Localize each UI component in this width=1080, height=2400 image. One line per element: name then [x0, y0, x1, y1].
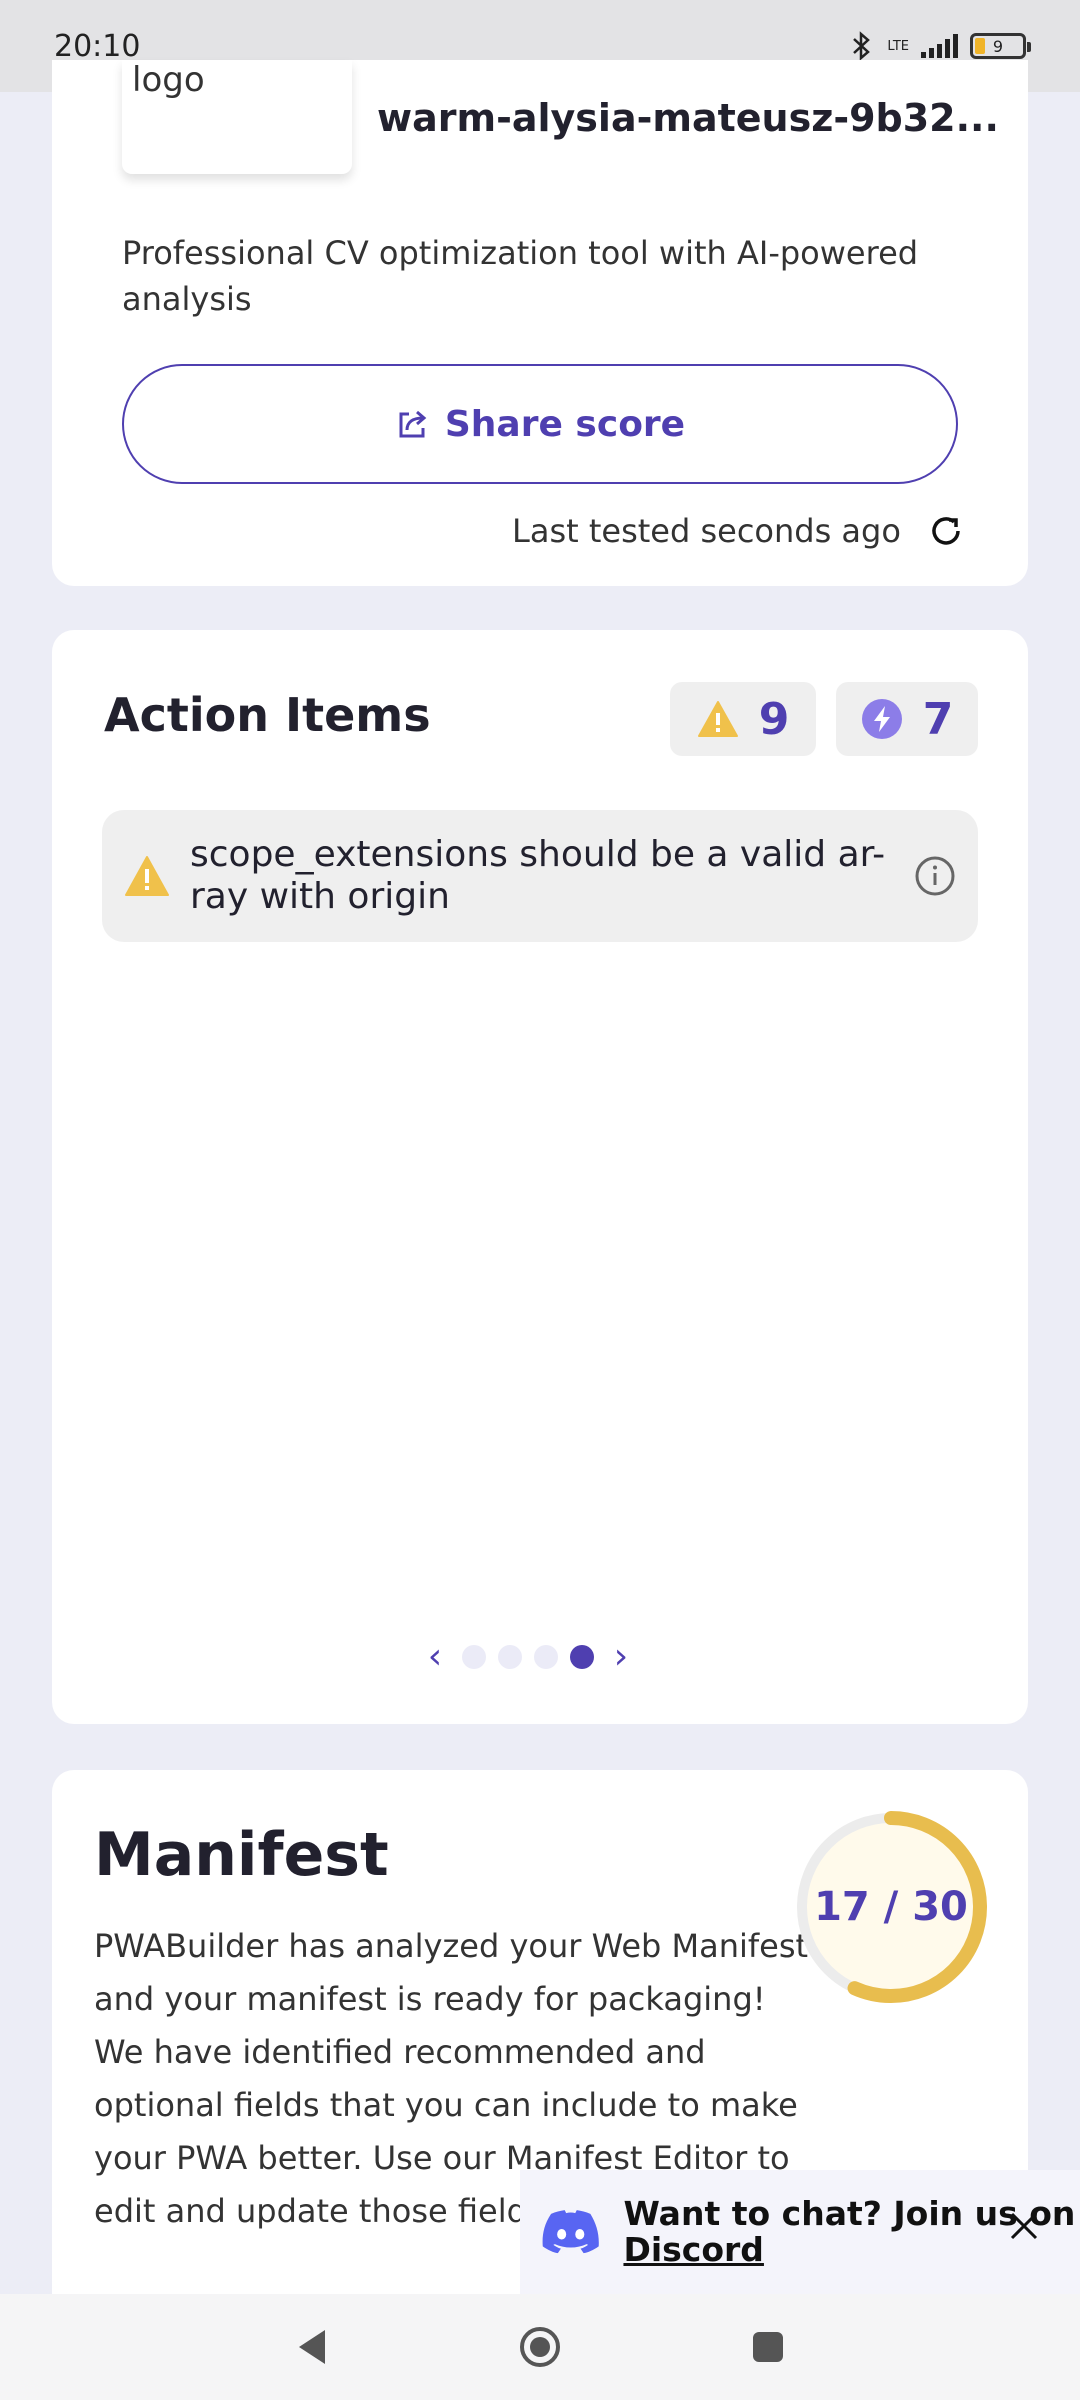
app-description: Professional CV optimization tool with A…: [122, 234, 919, 318]
warnings-count: 9: [758, 693, 790, 745]
pager-dot[interactable]: [534, 1644, 558, 1669]
enhancements-count: 7: [922, 693, 954, 745]
discord-link[interactable]: Discord: [623, 2230, 763, 2269]
warning-icon: [697, 701, 738, 737]
app-info-card: logo warm-alysia-mateusz-9b32... Profess…: [52, 60, 1028, 586]
logo-alt-text: logo: [132, 60, 205, 100]
action-items-title: Action Items: [104, 688, 431, 742]
action-item[interactable]: scope_extensions should be a valid ar-ra…: [102, 810, 978, 942]
battery-level: 9: [992, 36, 1004, 56]
site-name: warm-alysia-mateusz-9b32...: [377, 96, 999, 140]
network-type: LTE: [887, 38, 909, 54]
lightning-icon: [861, 699, 902, 739]
discord-icon: [542, 2210, 599, 2254]
refresh-icon[interactable]: [927, 512, 965, 550]
enhancements-badge[interactable]: 7: [836, 682, 978, 756]
share-label: Share score: [444, 403, 686, 445]
share-icon: [399, 410, 427, 438]
last-tested: Last tested seconds ago: [512, 512, 965, 550]
system-nav-bar: [0, 2294, 1080, 2400]
pager-dot[interactable]: [498, 1644, 522, 1669]
manifest-title: Manifest: [94, 1820, 389, 1890]
close-icon[interactable]: [1008, 2210, 1040, 2242]
share-score-button[interactable]: Share score: [122, 364, 958, 484]
battery-icon: 9: [970, 33, 1031, 59]
status-icons: LTE 9: [849, 31, 1031, 61]
pager-dot-active[interactable]: [570, 1644, 594, 1669]
bluetooth-icon: [853, 31, 871, 61]
status-time: 20:10: [54, 28, 141, 64]
home-icon[interactable]: [518, 2325, 562, 2369]
manifest-score: 17 / 30: [814, 1884, 968, 1930]
action-items-card: Action Items 9 7 scope_extensions should…: [52, 630, 1028, 1724]
last-tested-text: Last tested seconds ago: [512, 512, 901, 550]
discord-banner[interactable]: Want to chat? Join us on Discord: [520, 2170, 1080, 2294]
app-logo: logo: [122, 60, 352, 174]
warning-icon: [125, 856, 169, 896]
back-icon[interactable]: [295, 2328, 329, 2366]
warnings-badge[interactable]: 9: [670, 682, 816, 756]
signal-icon: [921, 34, 958, 58]
recents-icon[interactable]: [751, 2330, 785, 2364]
pager-dot[interactable]: [462, 1644, 486, 1669]
chevron-right-icon[interactable]: ›: [606, 1636, 636, 1677]
action-item-text: scope_extensions should be a valid ar-ra…: [190, 834, 886, 917]
chevron-left-icon[interactable]: ‹: [420, 1636, 450, 1677]
info-icon[interactable]: [914, 855, 956, 897]
action-items-pager: ‹ ›: [420, 1636, 636, 1677]
